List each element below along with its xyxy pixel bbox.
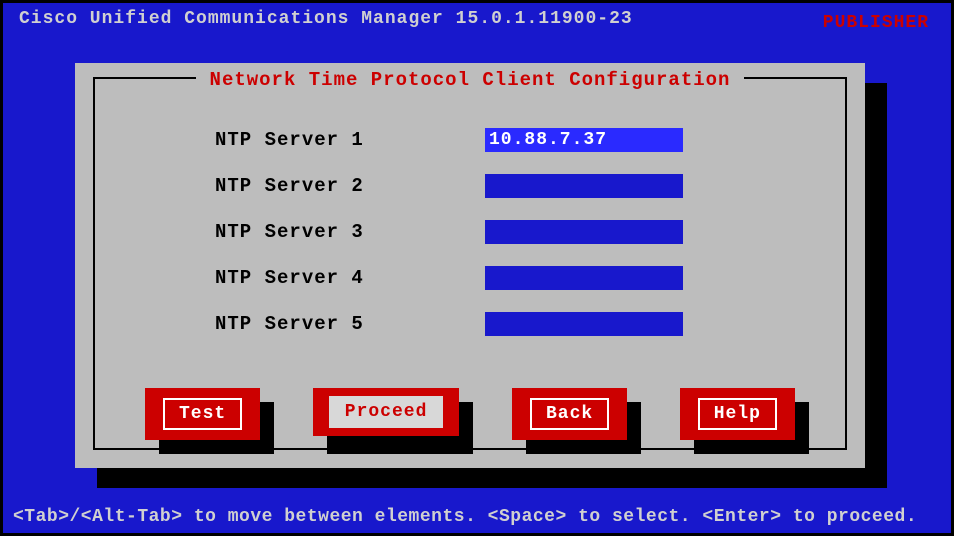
help-button-label: Help bbox=[698, 398, 777, 430]
dialog-button-row: Test Proceed Back Help bbox=[145, 388, 795, 440]
test-button-wrap: Test bbox=[145, 388, 260, 440]
help-button-wrap: Help bbox=[680, 388, 795, 440]
installer-screen: Cisco Unified Communications Manager 15.… bbox=[3, 3, 951, 533]
ntp-server-5-input[interactable] bbox=[485, 312, 683, 336]
back-button-label: Back bbox=[530, 398, 609, 430]
dialog-title: Network Time Protocol Client Configurati… bbox=[196, 69, 745, 91]
ntp-server-row-1: NTP Server 1 bbox=[215, 127, 765, 153]
ntp-server-3-input[interactable] bbox=[485, 220, 683, 244]
ntp-server-1-input[interactable] bbox=[485, 128, 683, 152]
ntp-server-5-label: NTP Server 5 bbox=[215, 313, 485, 335]
back-button[interactable]: Back bbox=[512, 388, 627, 440]
proceed-button[interactable]: Proceed bbox=[313, 388, 460, 436]
ntp-server-2-input[interactable] bbox=[485, 174, 683, 198]
node-role-label: PUBLISHER bbox=[823, 13, 929, 33]
ntp-server-row-4: NTP Server 4 bbox=[215, 265, 765, 291]
product-title: Cisco Unified Communications Manager 15.… bbox=[19, 9, 633, 29]
ntp-form: NTP Server 1 NTP Server 2 NTP Server 3 N… bbox=[215, 127, 765, 357]
proceed-button-wrap: Proceed bbox=[313, 388, 460, 440]
ntp-server-2-label: NTP Server 2 bbox=[215, 175, 485, 197]
ntp-server-1-label: NTP Server 1 bbox=[215, 129, 485, 151]
test-button-label: Test bbox=[163, 398, 242, 430]
ntp-server-3-label: NTP Server 3 bbox=[215, 221, 485, 243]
back-button-wrap: Back bbox=[512, 388, 627, 440]
ntp-server-4-input[interactable] bbox=[485, 266, 683, 290]
ntp-server-row-2: NTP Server 2 bbox=[215, 173, 765, 199]
ntp-server-row-3: NTP Server 3 bbox=[215, 219, 765, 245]
help-button[interactable]: Help bbox=[680, 388, 795, 440]
ntp-server-row-5: NTP Server 5 bbox=[215, 311, 765, 337]
test-button[interactable]: Test bbox=[145, 388, 260, 440]
ntp-server-4-label: NTP Server 4 bbox=[215, 267, 485, 289]
proceed-button-label: Proceed bbox=[329, 396, 444, 428]
footer-help-text: <Tab>/<Alt-Tab> to move between elements… bbox=[13, 507, 941, 527]
ntp-config-dialog: Network Time Protocol Client Configurati… bbox=[75, 63, 865, 468]
